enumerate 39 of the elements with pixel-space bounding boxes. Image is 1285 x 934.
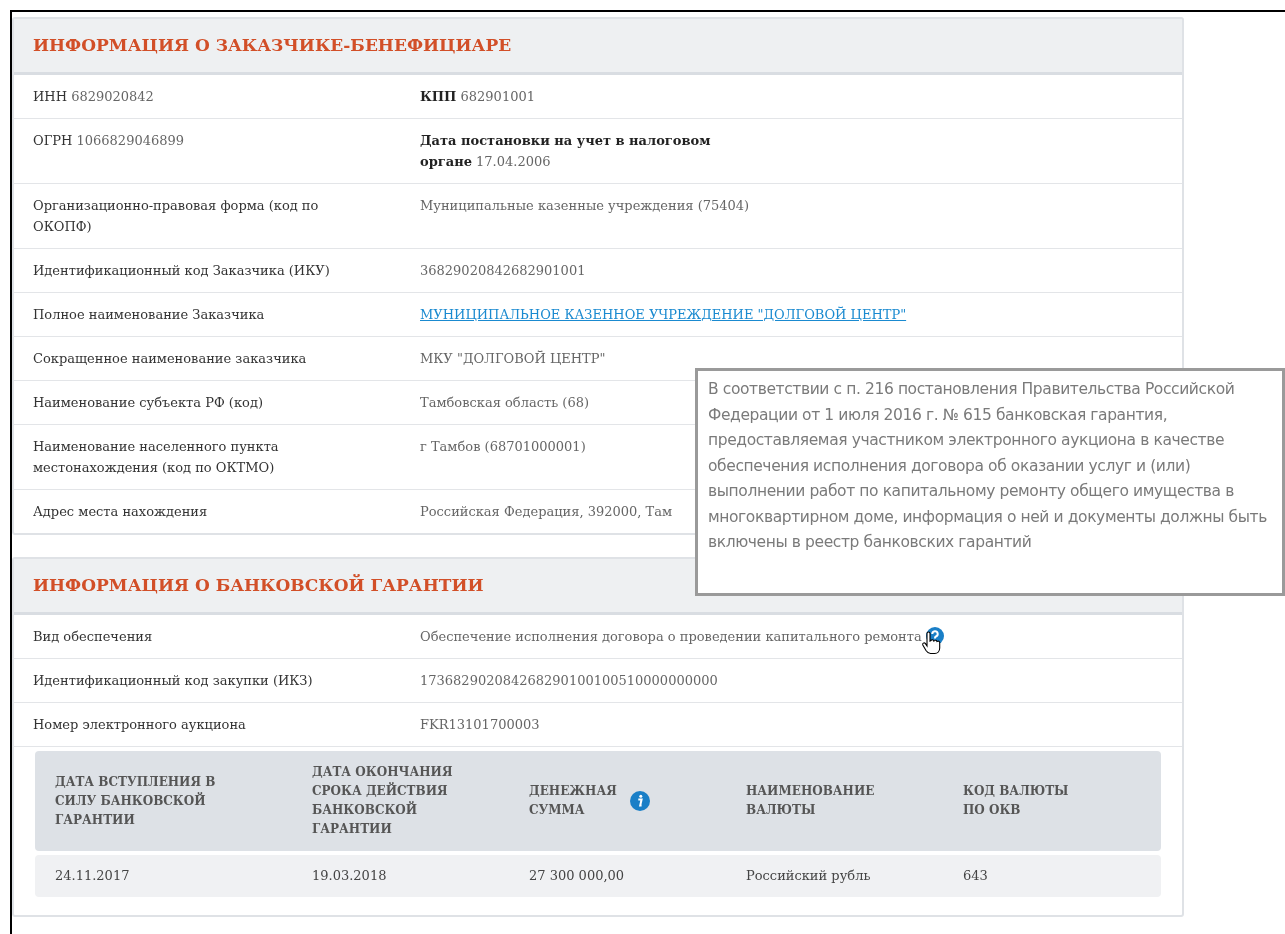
customer-link[interactable]: МУНИЦИПАЛЬНОЕ КАЗЕННОЕ УЧРЕЖДЕНИЕ "ДОЛГОВОЙ ЦЕНТР" [420,304,907,325]
section-title: ИНФОРМАЦИЯ О БАНКОВСКОЙ ГАРАНТИИ [33,573,484,597]
field-value: г Тамбов (68701000001) [420,438,586,456]
column-header: ДЕНЕЖНАЯ СУММА [529,783,618,819]
field-text: Дата постановки на учет в налоговом органе 17.04.2006 [420,132,712,171]
field-value: 36829020842682901001 [420,262,586,280]
field-label: Номер электронного аукциона [33,716,247,734]
field-value: Муниципальные казенные учреждения (75404) [420,197,750,215]
field-label: Идентификационный код Заказчика (ИКУ) [33,262,331,280]
table-cell-text: 19.03.2018 [312,867,388,886]
tooltip: В соответствии с п. 216 постановления Правительства Российской Федерации от 1 июля 2016 г. № 615 банковская гарантия, предоставляемая участником электронного аукциона в качестве обеспечения исполнения договора об оказании услуг и (или) выполнении работ по капитальному ремонту общего имущества в многоквартирном доме, информация о ней и документы должны быть включены в реестр банковских гарантий [695,368,1285,596]
field-label: Полное наименование Заказчика [33,306,266,324]
info-icon[interactable] [630,791,650,811]
field-value: МКУ "ДОЛГОВОЙ ЦЕНТР" [420,349,606,368]
field-label: Адрес места нахождения [33,503,209,521]
table-cell-text: 24.11.2017 [55,867,131,886]
field-text: КПП 682901001 [420,88,536,106]
field-value: Обеспечение исполнения договора о проведении капитального ремонта [420,628,922,646]
field-label: Сокращенное наименование заказчика [33,350,308,368]
field-text: ИНН 6829020842 [33,88,155,106]
table-cell-text: Российский рубль [746,867,872,886]
column-header: ДАТА ОКОНЧАНИЯ СРОКА ДЕЙСТВИЯ БАНКОВСКОЙ ГАРАНТИИ [312,764,454,838]
field-value: Тамбовская область (68) [420,394,590,412]
field-label: Организационно-правовая форма (код по ОКОПФ) [33,197,320,236]
hand-cursor-icon [920,631,941,655]
section-title: ИНФОРМАЦИЯ О ЗАКАЗЧИКЕ-БЕНЕФИЦИАРЕ [33,33,512,57]
table-cell-text: 643 [963,867,989,886]
field-label: Вид обеспечения [33,628,154,646]
field-label: Наименование субъекта РФ (код) [33,394,264,412]
field-label: Идентификационный код закупки (ИКЗ) [33,672,314,690]
field-value: 173682902084268290100100510000000000 [420,672,718,690]
field-value: Российская Федерация, 392000, Там [420,503,673,521]
table-cell-text: 27 300 000,00 [529,867,626,886]
field-text: ОГРН 1066829046899 [33,132,186,150]
column-header: НАИМЕНОВАНИЕ ВАЛЮТЫ [746,783,876,819]
field-label: Наименование населенного пункта местонахождения (код по ОКТМО) [33,438,280,477]
field-value: FKR13101700003 [420,716,540,734]
column-header: КОД ВАЛЮТЫ ПО ОКВ [963,783,1070,819]
column-header: ДАТА ВСТУПЛЕНИЯ В СИЛУ БАНКОВСКОЙ ГАРАНТИИ [55,773,217,829]
